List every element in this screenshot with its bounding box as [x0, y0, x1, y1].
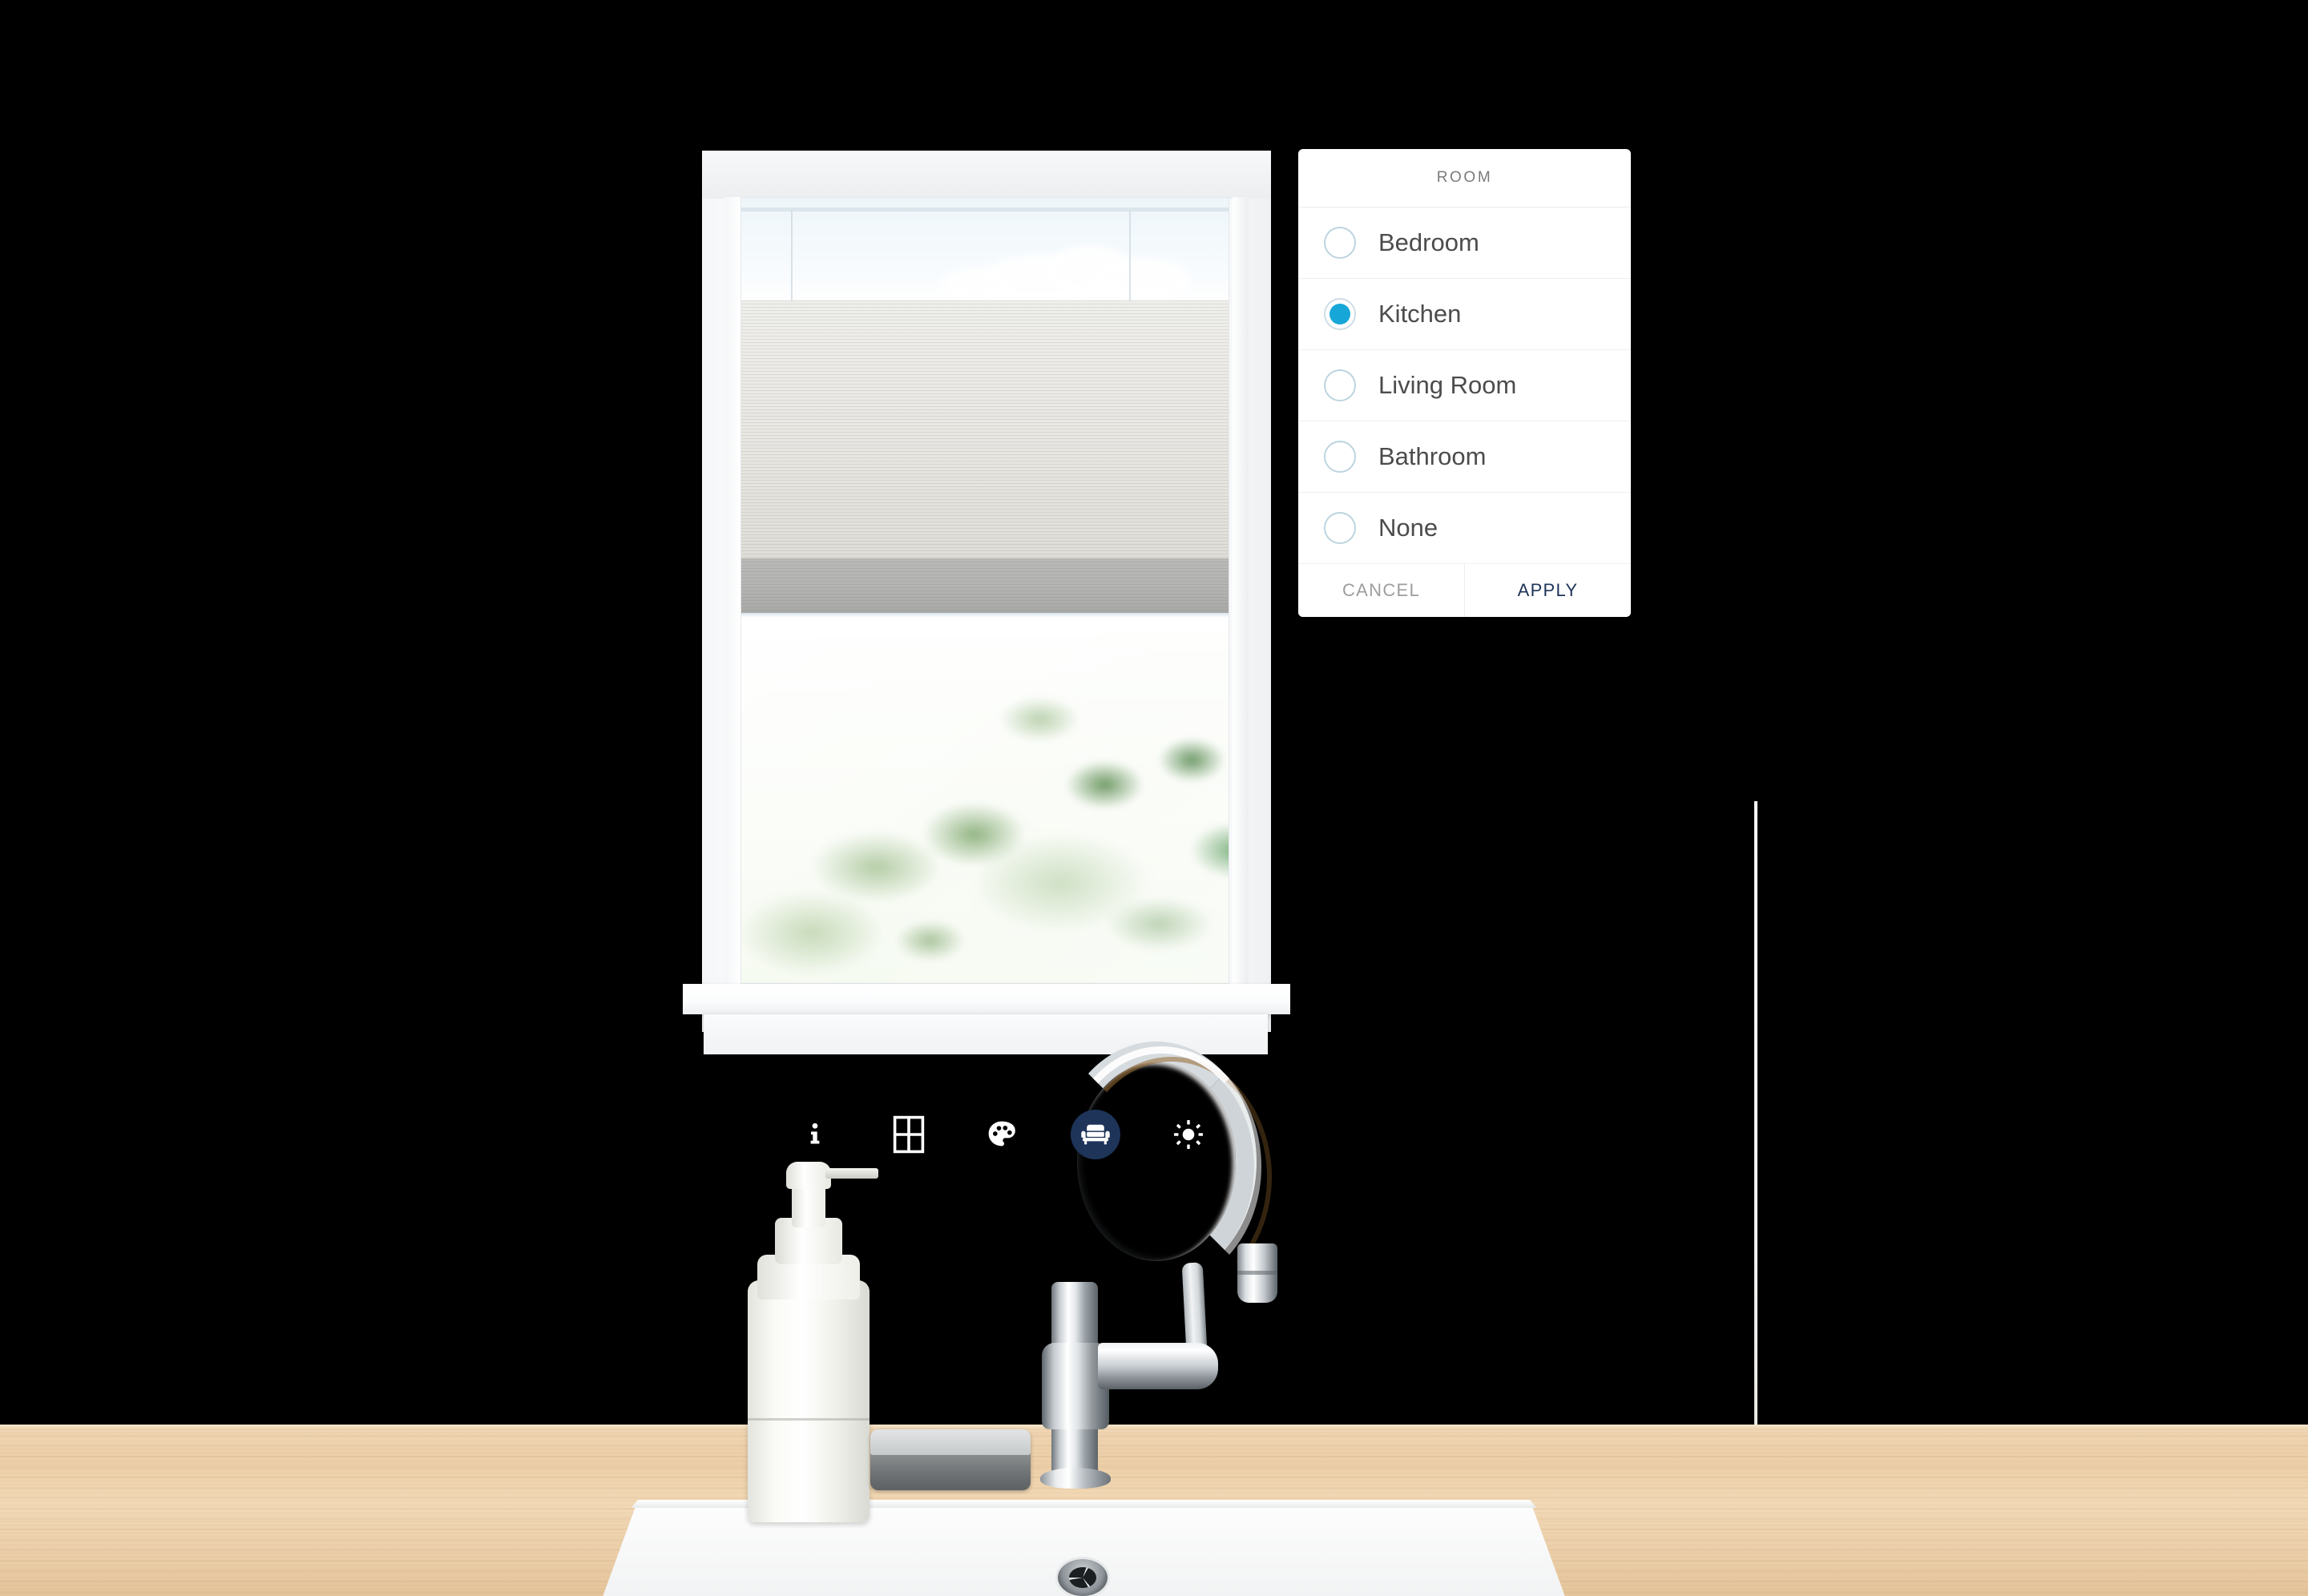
apply-button[interactable]: APPLY	[1465, 564, 1631, 617]
app-stage: ROOM Bedroom Kitchen Living Room Bathroo	[0, 0, 2308, 1596]
tool-info[interactable]	[790, 1110, 840, 1159]
room-option-kitchen[interactable]: Kitchen	[1298, 279, 1631, 350]
info-icon	[801, 1121, 829, 1148]
room-option-none[interactable]: None	[1298, 493, 1631, 564]
cloud-shape	[942, 268, 1014, 300]
tool-lighting[interactable]	[1164, 1110, 1213, 1159]
lower-window-pane	[741, 618, 1229, 983]
soap-dispenser-seam	[748, 1418, 870, 1421]
faucet-handle	[1098, 1343, 1218, 1389]
window-mullion	[1129, 211, 1131, 302]
radio-button-living-room[interactable]	[1324, 369, 1356, 401]
radio-button-bedroom[interactable]	[1324, 227, 1356, 259]
wall-corner-edge	[1754, 801, 1757, 1434]
sun-icon	[1173, 1119, 1204, 1150]
tool-window[interactable]	[884, 1110, 934, 1159]
cancel-button[interactable]: CANCEL	[1298, 564, 1465, 617]
room-option-bedroom[interactable]: Bedroom	[1298, 208, 1631, 279]
faucet-spout-ring	[1237, 1271, 1277, 1275]
window-head-casing	[702, 151, 1271, 199]
countertop-edge	[0, 1425, 2308, 1430]
window-opening	[740, 197, 1229, 984]
window-mullion	[791, 211, 793, 302]
soap-dispenser-nozzle	[825, 1168, 878, 1179]
visualizer-toolbar	[769, 1101, 1234, 1168]
soap-dispenser-bottle	[748, 1280, 870, 1522]
dialog-actions: CANCEL APPLY	[1298, 564, 1631, 617]
tool-room[interactable]	[1070, 1110, 1120, 1159]
radio-button-kitchen[interactable]	[1324, 298, 1356, 330]
dialog-title: ROOM	[1436, 169, 1493, 186]
sink-drain	[1058, 1559, 1108, 1596]
sofa-icon	[1080, 1122, 1110, 1147]
shade-bottom-rail[interactable]	[741, 558, 1229, 613]
room-option-label: Bedroom	[1378, 228, 1479, 256]
radio-button-none[interactable]	[1324, 512, 1356, 544]
cloud-shape	[1094, 259, 1190, 299]
cellular-shade[interactable]	[741, 300, 1229, 558]
window-icon	[893, 1115, 925, 1154]
sky-view	[741, 198, 1229, 302]
radio-button-bathroom[interactable]	[1324, 441, 1356, 473]
dialog-header: ROOM	[1298, 149, 1631, 208]
sash-rail	[741, 208, 1229, 212]
room-option-label: None	[1378, 514, 1438, 542]
window-visualizer[interactable]	[683, 151, 1290, 1054]
window-sill	[683, 984, 1290, 1014]
sponge-top	[870, 1429, 1031, 1455]
radio-dot	[1330, 304, 1350, 324]
room-selection-dialog: ROOM Bedroom Kitchen Living Room Bathroo	[1298, 149, 1631, 617]
tool-color[interactable]	[977, 1110, 1027, 1159]
room-option-label: Living Room	[1378, 371, 1517, 399]
sink-rim	[631, 1500, 1537, 1508]
room-option-label: Bathroom	[1378, 442, 1487, 470]
window-jamb-right	[1233, 197, 1249, 984]
room-option-label: Kitchen	[1378, 300, 1462, 328]
room-option-bathroom[interactable]: Bathroom	[1298, 421, 1631, 493]
window-jamb-left	[724, 197, 740, 984]
palette-icon	[986, 1118, 1018, 1151]
faucet-base	[1040, 1468, 1111, 1489]
room-option-living-room[interactable]: Living Room	[1298, 350, 1631, 421]
glass-glare	[741, 618, 1229, 983]
